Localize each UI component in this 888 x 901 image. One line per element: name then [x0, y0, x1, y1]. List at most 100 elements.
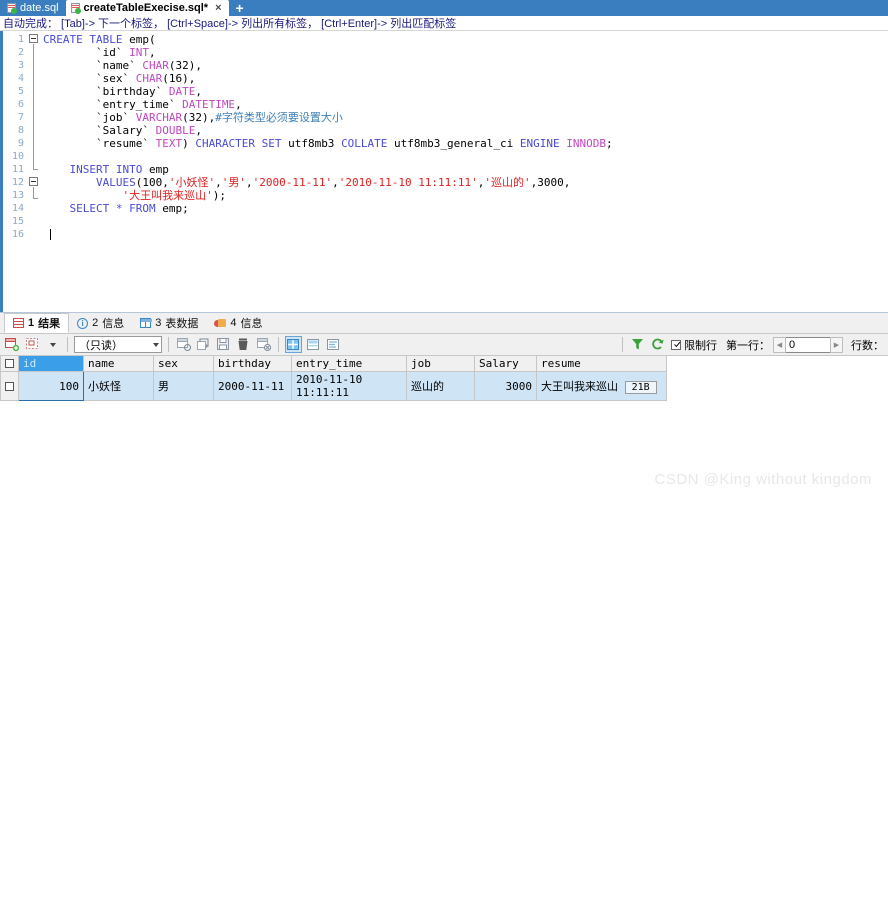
line-number: 13 [11, 190, 24, 201]
results-panel: 1 结果 i 2 信息 3 表数据 4 信息 （只读） 限制行 第一行： ◀ 0… [0, 312, 888, 401]
code-folding-column[interactable] [27, 31, 43, 312]
table-header-row: id name sex birthday entry_time job Salary resu… [0, 356, 667, 372]
blob-size-badge: 21B [624, 381, 657, 394]
line-number: 1 [17, 34, 24, 45]
cell-salary[interactable]: 3000 [474, 371, 537, 401]
line-number: 14 [11, 203, 24, 214]
fold-range-line [33, 44, 34, 169]
apply-changes-icon[interactable] [195, 336, 212, 353]
chevron-down-icon [153, 342, 159, 347]
result-tab-1-result[interactable]: 1 结果 [4, 313, 70, 333]
result-tab-2-info[interactable]: i 2 信息 [69, 313, 132, 333]
delete-row-icon[interactable] [235, 336, 252, 353]
limit-rows-checkbox[interactable]: 限制行 [671, 337, 717, 353]
grid-view-icon[interactable] [285, 336, 302, 353]
result-tab-label: 结果 [38, 318, 61, 330]
line-number: 3 [17, 60, 24, 71]
row-select-checkbox[interactable] [0, 371, 19, 401]
first-row-label: 第一行： [726, 339, 770, 352]
result-tab-3-table-data[interactable]: 3 表数据 [132, 313, 206, 333]
code-line: `entry_time` DATETIME, [43, 98, 242, 111]
code-line [43, 228, 888, 241]
line-number: 15 [11, 216, 24, 227]
result-tab-number: 4 [230, 317, 237, 329]
fold-toggle-icon[interactable] [29, 177, 38, 186]
stepper-next-icon[interactable]: ▶ [830, 336, 843, 353]
warning-icon [214, 318, 227, 328]
column-header-birthday[interactable]: birthday [213, 356, 292, 372]
cell-sex[interactable]: 男 [153, 371, 214, 401]
table-row[interactable]: 100 小妖怪男 2000-11-11 2010-11-10 11:11:11 巡山的 3… [0, 371, 667, 401]
code-line: `birthday` DATE, [43, 85, 202, 98]
cell-entry_time[interactable]: 2010-11-10 11:11:11 [291, 371, 407, 401]
result-tab-number: 3 [155, 317, 162, 329]
text-cursor [49, 229, 51, 240]
code-line: `job` VARCHAR(32),#字符类型必须要设置大小 [43, 111, 343, 124]
code-line: VALUES(100,'小妖怪','男','2000-11-11','2010-… [95, 176, 571, 189]
refresh-icon[interactable] [649, 336, 666, 353]
info-icon: i [77, 317, 89, 329]
save-icon[interactable] [215, 336, 232, 353]
cell-name[interactable]: 小妖怪 [83, 371, 154, 401]
column-header-resume[interactable]: resume [536, 356, 667, 372]
cell-resume[interactable]: 大王叫我来巡山 21B [536, 371, 667, 401]
code-line: `Salary` DOUBLE, [43, 124, 202, 137]
edit-mode-select[interactable]: （只读） [74, 336, 162, 353]
sql-file-icon [7, 3, 17, 14]
form-view-icon[interactable] [305, 336, 322, 353]
first-row-input[interactable] [786, 336, 830, 353]
insert-row-icon[interactable] [175, 336, 192, 353]
results-toolbar: （只读） 限制行 第一行： ◀ 0 ▶ 行数： [0, 334, 888, 356]
column-header-id[interactable]: id [18, 356, 84, 372]
result-tab-4-info[interactable]: 4 信息 [206, 313, 270, 333]
sql-editor[interactable]: 1 2 3 4 5 6 7 8 9 10 11 12 13 14 15 16 CREATE TABLE emp… [0, 31, 888, 312]
tab-label: date.sql [20, 2, 59, 14]
cell-id[interactable]: 100 [18, 371, 84, 401]
select-all-checkbox[interactable] [0, 356, 19, 372]
autocomplete-hint-text: 自动完成： [Tab]-> 下一个标签， [Ctrl+Space]-> 列出所有… [3, 18, 457, 30]
cell-text: 大王叫我来巡山 [541, 380, 618, 393]
column-header-job[interactable]: job [406, 356, 475, 372]
result-tab-label: 表数据 [165, 318, 199, 330]
line-number: 12 [11, 177, 24, 188]
column-header-name[interactable]: name [83, 356, 154, 372]
line-number: 5 [17, 86, 24, 97]
column-header-entry_time[interactable]: entry_time [291, 356, 407, 372]
add-record-icon[interactable] [4, 336, 21, 353]
line-number: 7 [17, 112, 24, 123]
code-line: CREATE TABLE emp( [43, 33, 156, 46]
line-number-gutter: 1 2 3 4 5 6 7 8 9 10 11 12 13 14 15 16 [3, 31, 27, 312]
line-number: 16 [11, 229, 24, 240]
result-table: id name sex birthday entry_time job Salary resu… [0, 356, 667, 401]
chevron-down-icon[interactable] [44, 336, 61, 353]
fold-toggle-icon[interactable] [29, 34, 38, 43]
autocomplete-hint-bar: 自动完成： [Tab]-> 下一个标签， [Ctrl+Space]-> 列出所有… [0, 16, 888, 31]
tab-createtableexecise-sql[interactable]: createTableExecise.sql* × [65, 0, 229, 16]
line-number: 9 [17, 138, 24, 149]
toolbar-divider [67, 337, 68, 352]
cancel-edit-icon[interactable] [255, 336, 272, 353]
cell-job[interactable]: 巡山的 [406, 371, 475, 401]
code-line: `name` CHAR(32), [43, 59, 202, 72]
toolbar-divider [278, 337, 279, 352]
new-tab-button[interactable]: + [229, 1, 251, 16]
stepper-prev-icon[interactable]: ◀ [773, 336, 786, 353]
text-view-icon[interactable] [325, 336, 342, 353]
cell-birthday[interactable]: 2000-11-11 [213, 371, 292, 401]
result-grid[interactable]: id name sex birthday entry_time job Salary resu… [0, 356, 888, 401]
filter-icon[interactable] [629, 336, 646, 353]
close-icon[interactable]: × [215, 2, 221, 14]
line-number: 8 [17, 125, 24, 136]
column-header-salary[interactable]: Salary [474, 356, 537, 372]
code-area[interactable]: CREATE TABLE emp( `id` INT, `name` CHAR(… [43, 31, 888, 312]
result-tab-label: 信息 [102, 318, 125, 330]
result-tab-label: 信息 [240, 318, 263, 330]
grid-icon [13, 318, 24, 328]
toolbar-divider [622, 337, 623, 352]
edit-record-icon[interactable] [24, 336, 41, 353]
tab-label: createTableExecise.sql* [83, 2, 209, 14]
first-row-stepper[interactable]: ◀ ▶ [773, 336, 843, 353]
tab-date-sql[interactable]: date.sql [2, 0, 66, 16]
column-header-sex[interactable]: sex [153, 356, 214, 372]
